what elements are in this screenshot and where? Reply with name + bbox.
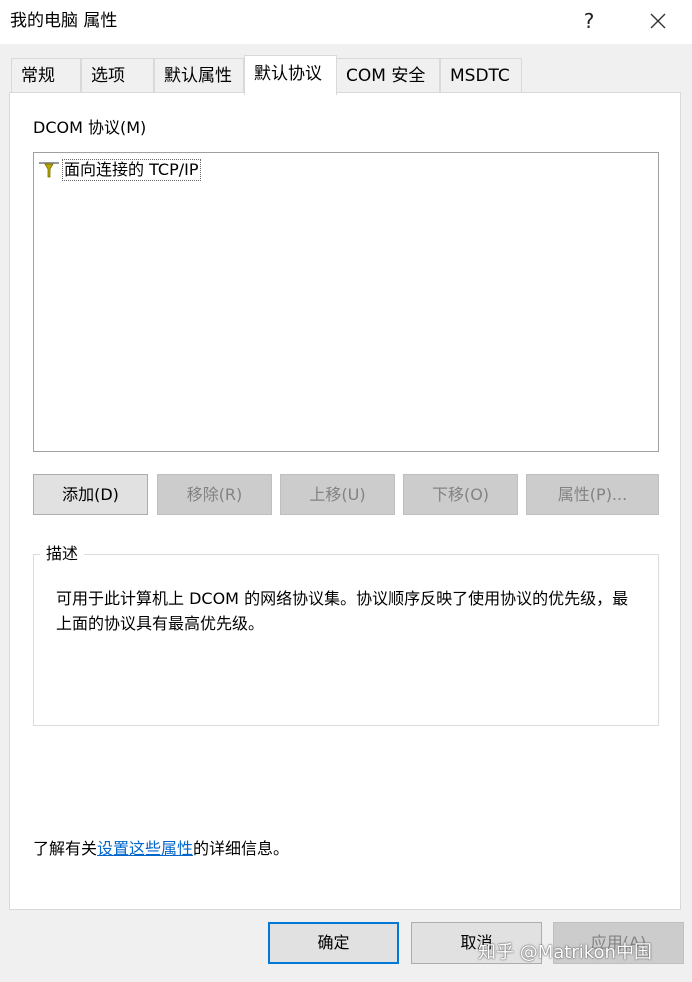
protocol-list[interactable]: 面向连接的 TCP/IP — [33, 152, 659, 452]
tab-default-protocols[interactable]: 默认协议 — [244, 55, 337, 95]
description-text: 可用于此计算机上 DCOM 的网络协议集。协议顺序反映了使用协议的优先级，最上面… — [56, 589, 629, 633]
list-item-label: 面向连接的 TCP/IP — [62, 159, 201, 181]
info-line: 了解有关设置这些属性的详细信息。 — [33, 838, 289, 860]
description-legend: 描述 — [40, 543, 85, 565]
tab-msdtc[interactable]: MSDTC — [440, 58, 522, 92]
move-down-button[interactable]: 下移(O) — [403, 474, 518, 515]
tab-options[interactable]: 选项 — [81, 58, 154, 92]
info-suffix: 的详细信息。 — [193, 839, 290, 858]
properties-button[interactable]: 属性(P)... — [526, 474, 659, 515]
ok-button[interactable]: 确定 — [268, 922, 399, 964]
list-item[interactable]: 面向连接的 TCP/IP — [38, 158, 201, 182]
add-button[interactable]: 添加(D) — [33, 474, 148, 515]
tab-default-properties[interactable]: 默认属性 — [154, 58, 244, 92]
close-icon — [650, 13, 666, 29]
remove-button[interactable]: 移除(R) — [157, 474, 272, 515]
title-bar: 我的电脑 属性 ? — [0, 0, 692, 44]
move-up-button[interactable]: 上移(U) — [280, 474, 395, 515]
window-title: 我的电脑 属性 — [10, 11, 118, 31]
tab-general[interactable]: 常规 — [11, 58, 81, 92]
watermark: 知乎 @Matrikon中国 — [478, 942, 652, 963]
info-prefix: 了解有关 — [33, 839, 98, 858]
description-group — [33, 554, 659, 726]
dcom-protocols-label: DCOM 协议(M) — [33, 118, 147, 137]
tab-com-security[interactable]: COM 安全 — [336, 58, 440, 92]
network-protocol-icon — [38, 160, 60, 180]
close-button[interactable] — [640, 4, 676, 38]
help-button[interactable]: ? — [572, 4, 606, 38]
settings-help-link[interactable]: 设置这些属性 — [97, 839, 193, 858]
